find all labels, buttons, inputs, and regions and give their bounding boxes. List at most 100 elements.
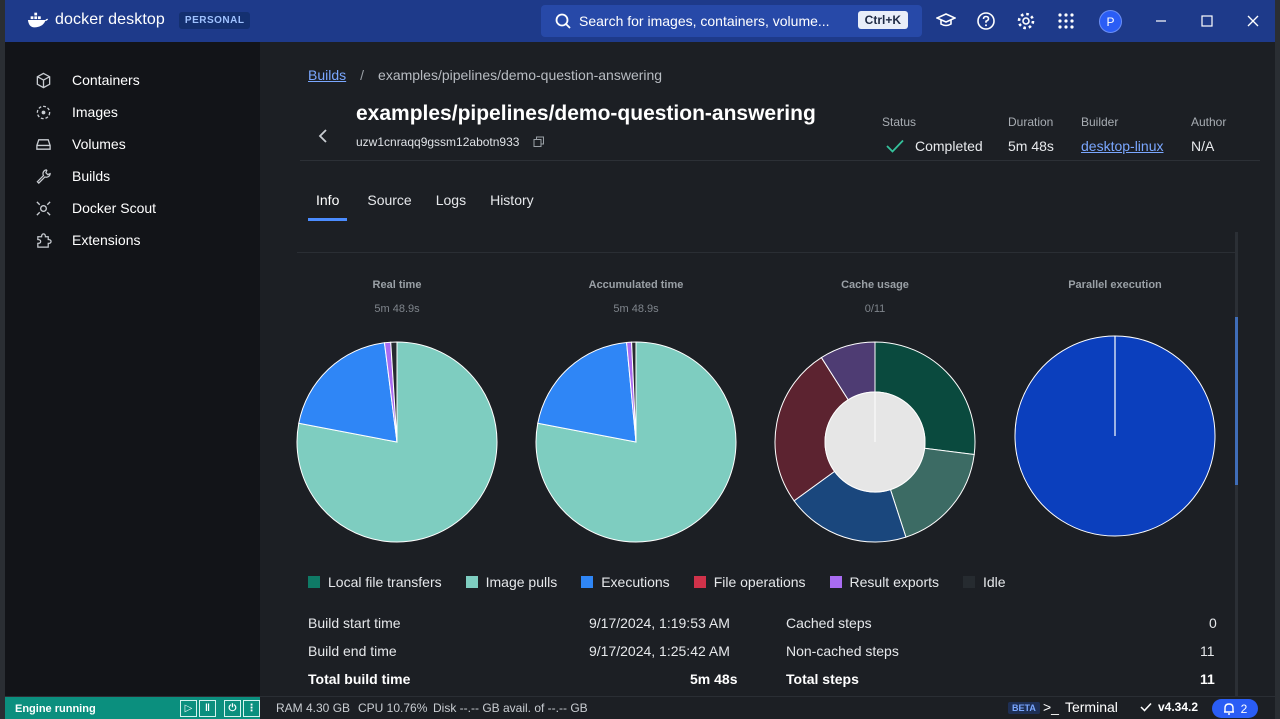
terminal-label: Terminal xyxy=(1064,699,1118,715)
noncached-steps-label: Non-cached steps xyxy=(786,643,899,659)
tab-bar: Info Source Logs History xyxy=(308,192,546,221)
sidebar-item-label: Extensions xyxy=(72,232,141,248)
more-vertical-icon[interactable]: ⋮ xyxy=(243,700,260,717)
chart-legend: Local file transfers Image pulls Execution… xyxy=(308,574,1030,590)
search-shortcut: Ctrl+K xyxy=(857,11,908,29)
sidebar-item-label: Docker Scout xyxy=(72,200,157,216)
legend-item: Idle xyxy=(963,574,1006,590)
sidebar-item-docker-scout[interactable]: Docker Scout xyxy=(35,196,156,220)
legend-swatch xyxy=(581,576,594,588)
tab-info[interactable]: Info xyxy=(308,192,348,221)
docker-whale-icon xyxy=(27,12,49,28)
disk-usage: Disk --.-- GB avail. of --.-- GB xyxy=(433,701,588,715)
sidebar-item-label: Volumes xyxy=(72,136,126,152)
breadcrumb-builds-link[interactable]: Builds xyxy=(308,67,346,83)
sidebar-item-containers[interactable]: Containers xyxy=(35,68,140,92)
status-value: Completed xyxy=(885,138,983,154)
legend-item: Local file transfers xyxy=(308,574,442,590)
search-input[interactable]: Search for images, containers, volume... xyxy=(579,13,837,29)
build-end-label: Build end time xyxy=(308,643,397,659)
sidebar-item-images[interactable]: Images xyxy=(35,100,118,124)
builder-link[interactable]: desktop-linux xyxy=(1081,138,1164,154)
sidebar: Containers Images Volumes Builds Docker … xyxy=(5,42,260,696)
build-start-value: 9/17/2024, 1:19:53 AM xyxy=(589,615,730,631)
sidebar-item-extensions[interactable]: Extensions xyxy=(35,228,140,252)
search-icon xyxy=(555,13,571,29)
author-value: N/A xyxy=(1191,138,1215,154)
build-id: uzw1cnraqq9gssm12abotn933 xyxy=(356,135,545,149)
legend-swatch xyxy=(308,576,320,588)
legend-label: Executions xyxy=(601,574,670,590)
sidebar-item-builds[interactable]: Builds xyxy=(35,164,110,188)
check-icon xyxy=(1140,702,1152,712)
plan-badge: PERSONAL xyxy=(178,11,251,29)
wrench-icon xyxy=(36,168,51,184)
settings-gear-icon[interactable] xyxy=(1016,11,1036,31)
status-label: Status xyxy=(882,115,917,129)
chart-title-accumulated-time: Accumulated time xyxy=(588,279,684,291)
chart-subtitle-accumulated-time: 5m 48.9s xyxy=(613,303,659,315)
duration-label: Duration xyxy=(1008,115,1054,129)
check-icon xyxy=(886,139,904,153)
total-steps-label: Total steps xyxy=(786,671,859,687)
total-build-time-value: 5m 48s xyxy=(690,671,738,687)
apps-grid-icon[interactable] xyxy=(1056,11,1076,31)
build-end-value: 9/17/2024, 1:25:42 AM xyxy=(589,643,730,659)
terminal-icon: >_ xyxy=(1043,699,1059,715)
duration-value: 5m 48s xyxy=(1008,138,1054,154)
tab-history[interactable]: History xyxy=(478,192,546,221)
minimize-icon[interactable] xyxy=(1151,11,1171,31)
main-content: Builds / examples/pipelines/demo-questio… xyxy=(260,42,1275,696)
legend-swatch xyxy=(465,576,478,588)
legend-label: Local file transfers xyxy=(328,574,442,590)
legend-swatch xyxy=(829,576,842,588)
back-chevron-icon[interactable] xyxy=(316,128,330,144)
docker-desktop-window: docker desktop PERSONAL Search for image… xyxy=(5,0,1275,719)
legend-item: File operations xyxy=(693,574,806,590)
sidebar-item-label: Images xyxy=(72,104,118,120)
copy-icon[interactable] xyxy=(533,136,545,148)
chart-title-cache-usage: Cache usage xyxy=(841,279,909,291)
sidebar-item-label: Containers xyxy=(72,72,140,88)
cpu-usage: CPU 10.76% xyxy=(358,701,428,715)
header-divider xyxy=(300,160,1260,161)
panel-divider xyxy=(297,252,1237,253)
cached-steps-value: 0 xyxy=(1209,615,1217,631)
tab-source[interactable]: Source xyxy=(355,192,423,221)
user-avatar[interactable]: P xyxy=(1099,10,1122,33)
notifications-button[interactable]: 2 xyxy=(1212,699,1258,718)
sidebar-item-volumes[interactable]: Volumes xyxy=(35,132,126,156)
total-build-time-label: Total build time xyxy=(308,671,411,687)
help-icon[interactable] xyxy=(976,11,996,31)
tab-logs[interactable]: Logs xyxy=(424,192,478,221)
pause-icon[interactable]: ‖ xyxy=(199,700,216,717)
puzzle-icon xyxy=(37,232,52,248)
legend-label: Result exports xyxy=(849,574,939,590)
chart-title-real-time: Real time xyxy=(372,279,422,291)
chart-title-parallel-execution: Parallel execution xyxy=(1068,279,1162,291)
container-icon xyxy=(36,72,51,88)
power-icon[interactable]: ⏻ xyxy=(224,700,241,717)
total-steps-value: 11 xyxy=(1200,671,1215,687)
image-icon xyxy=(36,105,51,119)
search-bar[interactable]: Search for images, containers, volume...… xyxy=(541,5,922,37)
engine-status: Engine running ▷ ‖ ⏻ ⋮ xyxy=(5,697,260,719)
legend-swatch xyxy=(693,576,706,588)
legend-label: Image pulls xyxy=(485,574,558,590)
beta-badge: BETA xyxy=(1008,702,1040,714)
sidebar-item-label: Builds xyxy=(72,168,111,184)
engine-status-text: Engine running xyxy=(15,702,96,715)
maximize-icon[interactable] xyxy=(1197,11,1217,31)
version-text: v4.34.2 xyxy=(1158,700,1199,714)
legend-item: Result exports xyxy=(829,574,939,590)
version-info[interactable]: v4.34.2 xyxy=(1140,700,1198,714)
play-icon[interactable]: ▷ xyxy=(180,700,197,717)
notification-count: 2 xyxy=(1240,701,1248,716)
terminal-button[interactable]: >_ Terminal xyxy=(1043,699,1118,715)
legend-swatch xyxy=(963,576,975,588)
close-icon[interactable] xyxy=(1243,11,1263,31)
title-bar: docker desktop PERSONAL Search for image… xyxy=(5,0,1275,42)
build-start-label: Build start time xyxy=(308,615,401,631)
learning-center-icon[interactable] xyxy=(936,11,956,31)
brand-name: docker desktop xyxy=(55,11,165,28)
